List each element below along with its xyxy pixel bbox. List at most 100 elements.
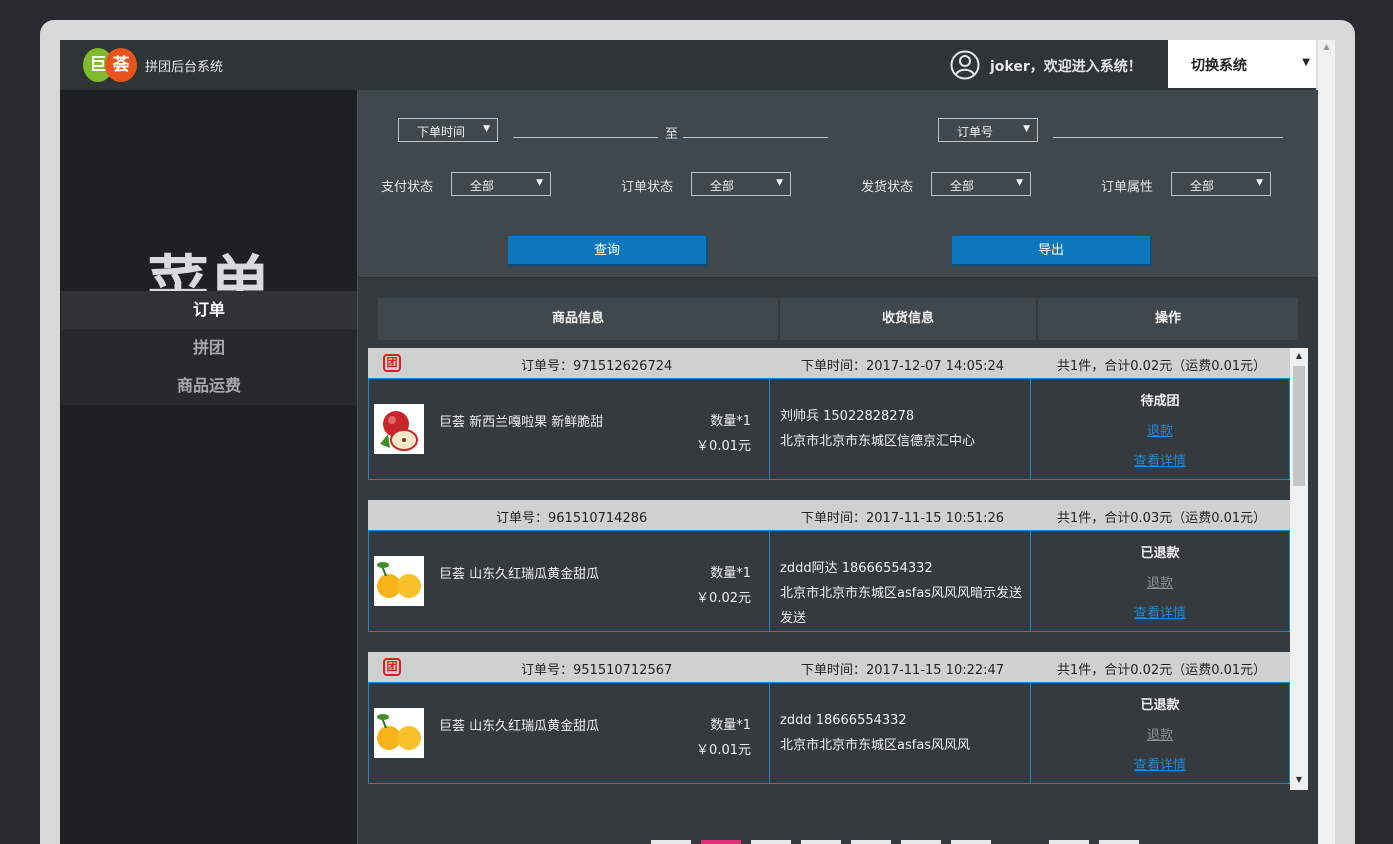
pagination-button[interactable]: [951, 840, 991, 844]
sidebar-item-orders[interactable]: 订单: [61, 291, 357, 329]
product-quantity: 数量*1: [710, 566, 751, 581]
scroll-up-arrow-icon[interactable]: ▲: [1318, 42, 1335, 51]
order-header: 团 订单号：951510712567 下单时间：2017-11-15 10:22…: [368, 652, 1290, 682]
pagination-button[interactable]: [1099, 840, 1139, 844]
time-type-select[interactable]: 下单时间 ▼: [398, 118, 498, 142]
pagination-button[interactable]: [1049, 840, 1089, 844]
product-qty-price: 数量*1 ￥0.01元: [696, 713, 751, 763]
refund-link: 退款: [1146, 728, 1173, 743]
product-thumbnail[interactable]: [374, 708, 424, 758]
order-status: 已退款: [1140, 546, 1180, 561]
scroll-down-arrow-icon[interactable]: ▼: [1290, 772, 1308, 788]
chevron-down-icon: ▼: [1023, 124, 1030, 134]
start-date-input[interactable]: [513, 137, 658, 138]
actions-cell: 待成团 退款 查看详情: [1031, 379, 1289, 479]
page-scrollbar[interactable]: ▲: [1318, 40, 1335, 844]
refund-link: 退款: [1146, 576, 1173, 591]
product-name: 巨荟 山东久红瑞瓜黄金甜瓜: [439, 719, 600, 734]
system-title: 拼团后台系统: [145, 60, 224, 75]
chevron-down-icon: ▼: [1302, 57, 1310, 68]
order-summary: 共1件，合计0.03元（运费0.01元）: [1057, 511, 1267, 526]
product-cell: 巨荟 山东久红瑞瓜黄金甜瓜 数量*1 ￥0.01元: [369, 683, 770, 783]
welcome-text: joker，欢迎进入系统！: [990, 59, 1142, 75]
sidebar-menu: 订单 拼团 商品运费: [61, 291, 357, 405]
view-detail-link[interactable]: 查看详情: [1031, 447, 1289, 477]
ship-status-label: 发货状态: [861, 180, 914, 195]
view-detail-link[interactable]: 查看详情: [1031, 751, 1289, 781]
sidebar-item-group-buy[interactable]: 拼团: [61, 329, 357, 367]
order-status: 已退款: [1140, 698, 1180, 713]
product-thumbnail[interactable]: [374, 404, 424, 454]
order-list-scrollbar[interactable]: ▲ ▼: [1290, 348, 1308, 790]
order-body: 巨荟 新西兰嘎啦果 新鲜脆甜 数量*1 ￥0.01元 刘帅兵 150228282…: [368, 378, 1290, 480]
scroll-up-arrow-icon[interactable]: ▲: [1290, 348, 1308, 364]
order-summary: 共1件，合计0.02元（运费0.01元）: [1057, 359, 1267, 374]
view-detail-link[interactable]: 查看详情: [1031, 599, 1289, 629]
shipping-info: zddd 18666554332 北京市北京市东城区asfas风风风: [780, 708, 1028, 758]
product-cell: 巨荟 山东久红瑞瓜黄金甜瓜 数量*1 ￥0.02元: [369, 531, 770, 631]
shipping-cell: 刘帅兵 15022828278 北京市北京市东城区信德京汇中心: [770, 379, 1031, 479]
order-no-select-value: 订单号: [957, 125, 994, 139]
header-actions: 操作: [1038, 298, 1298, 340]
order-time: 下单时间：2017-11-15 10:22:47: [801, 663, 1005, 678]
switch-system-label: 切换系统: [1191, 58, 1247, 74]
pagination-button[interactable]: [651, 840, 691, 844]
chevron-down-icon: ▼: [1256, 178, 1263, 188]
order-actions: 已退款 退款 查看详情: [1031, 539, 1289, 629]
pagination-button[interactable]: [901, 840, 941, 844]
logo-right-circle: 荟: [105, 48, 137, 82]
product-qty-price: 数量*1 ￥0.02元: [696, 561, 751, 611]
receiver-name-phone: zddd 18666554332: [780, 713, 907, 728]
group-buy-badge: 团: [383, 354, 401, 372]
order-status: 待成团: [1140, 394, 1180, 409]
pagination-button-active[interactable]: [701, 840, 741, 844]
ship-status-select[interactable]: 全部 ▼: [931, 172, 1031, 196]
query-button[interactable]: 查询: [508, 236, 708, 266]
export-button[interactable]: 导出: [952, 236, 1152, 266]
refund-link[interactable]: 退款: [1031, 417, 1289, 447]
chevron-down-icon: ▼: [776, 178, 783, 188]
order-attr-select[interactable]: 全部 ▼: [1171, 172, 1271, 196]
receiver-name-phone: zddd阿达 18666554332: [780, 561, 933, 576]
order-body: 巨荟 山东久红瑞瓜黄金甜瓜 数量*1 ￥0.02元 zddd阿达 1866655…: [368, 530, 1290, 632]
product-thumbnail[interactable]: [374, 556, 424, 606]
product-name: 巨荟 山东久红瑞瓜黄金甜瓜: [439, 567, 600, 582]
order-status-select[interactable]: 全部 ▼: [691, 172, 791, 196]
sidebar-item-shipping-fee[interactable]: 商品运费: [61, 367, 357, 405]
order-no-select[interactable]: 订单号 ▼: [938, 118, 1038, 142]
pagination-button[interactable]: [851, 840, 891, 844]
product-qty-price: 数量*1 ￥0.01元: [696, 409, 751, 459]
pay-status-value: 全部: [470, 179, 495, 193]
pay-status-select[interactable]: 全部 ▼: [451, 172, 551, 196]
product-cell: 巨荟 新西兰嘎啦果 新鲜脆甜 数量*1 ￥0.01元: [369, 379, 770, 479]
header-shipping-info: 收货信息: [780, 298, 1036, 340]
pagination-button[interactable]: [751, 840, 791, 844]
scrollbar-thumb[interactable]: [1293, 366, 1305, 486]
header-product-info: 商品信息: [378, 298, 778, 340]
order-actions: 已退款 退款 查看详情: [1031, 691, 1289, 781]
order-attr-value: 全部: [1190, 179, 1215, 193]
receiver-address: 北京市北京市东城区asfas风风风: [780, 738, 971, 753]
to-label: 至: [665, 127, 679, 142]
product-price: ￥0.01元: [696, 743, 751, 758]
product-quantity: 数量*1: [710, 414, 751, 429]
chevron-down-icon: ▼: [1016, 178, 1023, 188]
chevron-down-icon: ▼: [483, 124, 490, 134]
order-no-input[interactable]: [1053, 137, 1283, 138]
end-date-input[interactable]: [683, 137, 828, 138]
actions-cell: 已退款 退款 查看详情: [1031, 531, 1289, 631]
sidebar: 菜单: [60, 90, 358, 844]
user-icon[interactable]: [950, 50, 980, 80]
order-number: 订单号：971512626724: [521, 359, 673, 374]
order-summary: 共1件，合计0.02元（运费0.01元）: [1057, 663, 1267, 678]
switch-system-select[interactable]: 切换系统 ▼: [1168, 40, 1316, 88]
ship-status-value: 全部: [950, 179, 975, 193]
order-number: 订单号：951510712567: [521, 663, 673, 678]
product-name: 巨荟 新西兰嘎啦果 新鲜脆甜: [439, 415, 604, 430]
shipping-info: zddd阿达 18666554332 北京市北京市东城区asfas风风风暗示发送…: [780, 556, 1028, 631]
order-header: 团 订单号：971512626724 下单时间：2017-12-07 14:05…: [368, 348, 1290, 378]
product-price: ￥0.02元: [696, 591, 751, 606]
shipping-cell: zddd 18666554332 北京市北京市东城区asfas风风风: [770, 683, 1031, 783]
pagination-button[interactable]: [801, 840, 841, 844]
receiver-address: 北京市北京市东城区信德京汇中心: [780, 434, 976, 449]
